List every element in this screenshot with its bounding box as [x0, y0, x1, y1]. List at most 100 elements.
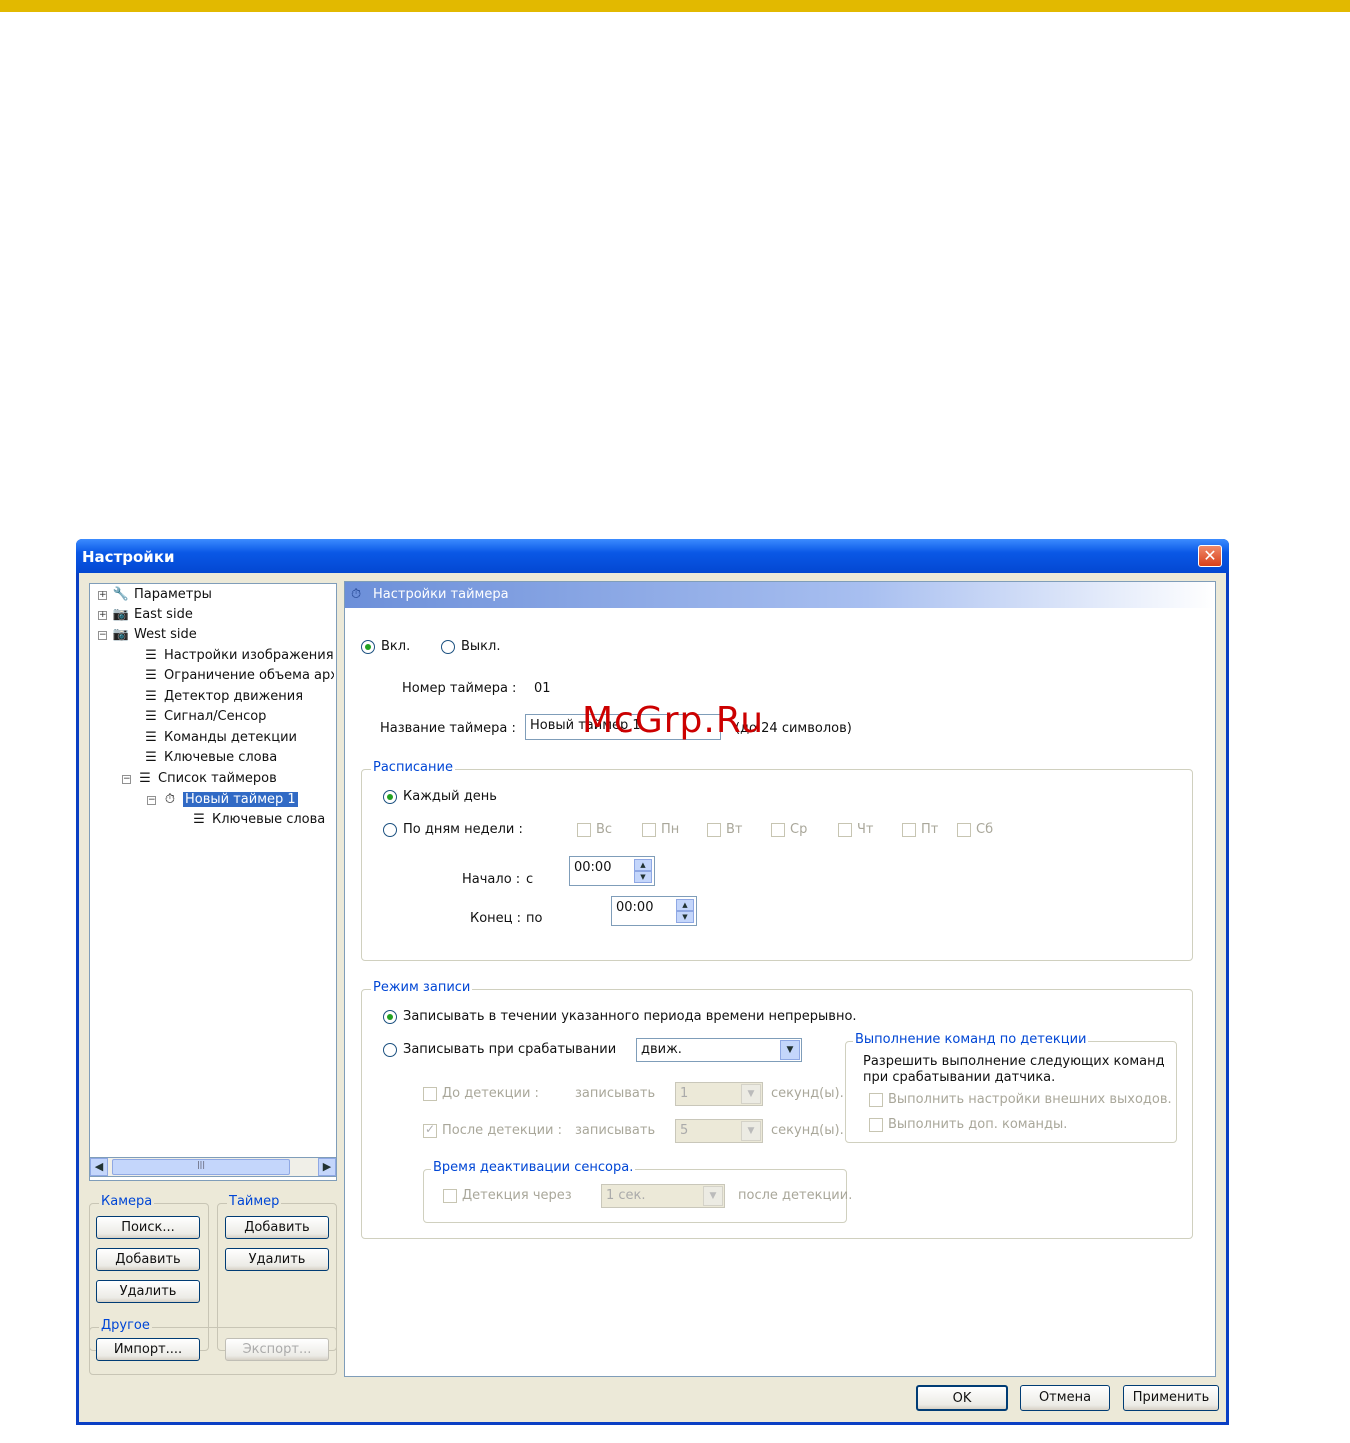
- on-radio[interactable]: [361, 640, 375, 654]
- scroll-left-icon[interactable]: ◀: [90, 1158, 108, 1176]
- schedule-legend: Расписание: [371, 760, 455, 775]
- day-tue-checkbox[interactable]: [707, 823, 721, 837]
- day-sat-label: Сб: [976, 822, 994, 837]
- timer-delete-button[interactable]: Удалить: [225, 1248, 329, 1271]
- expand-icon[interactable]: +: [98, 611, 107, 620]
- every-day-label: Каждый день: [403, 789, 497, 804]
- expand-icon[interactable]: +: [98, 591, 107, 600]
- list-icon: ☰: [145, 648, 157, 663]
- tree-item-new-timer[interactable]: − ⏱ Новый таймер 1: [147, 791, 298, 809]
- other-group-legend: Другое: [99, 1318, 152, 1333]
- spin-up-icon[interactable]: ▲: [634, 859, 652, 871]
- day-thu-checkbox[interactable]: [838, 823, 852, 837]
- start-time-spinner[interactable]: ▲ ▼: [634, 859, 652, 883]
- tree-item-timer-keywords[interactable]: ☰ Ключевые слова: [190, 811, 325, 829]
- ok-button[interactable]: OK: [916, 1385, 1008, 1411]
- scroll-right-icon[interactable]: ▶: [318, 1158, 336, 1176]
- off-radio[interactable]: [441, 640, 455, 654]
- post-detection-checkbox[interactable]: [423, 1122, 437, 1138]
- cancel-button[interactable]: Отмена: [1020, 1385, 1110, 1411]
- sensor-deactivation-legend: Время деактивации сенсора.: [431, 1160, 636, 1175]
- list-icon: ☰: [193, 812, 205, 827]
- close-button[interactable]: ✕: [1198, 545, 1222, 567]
- watermark-logo: McGrp.Ru: [582, 700, 765, 741]
- pre-seconds-select[interactable]: 1 ▼: [675, 1082, 763, 1106]
- post-seconds-select[interactable]: 5 ▼: [675, 1119, 763, 1143]
- external-outputs-checkbox[interactable]: [869, 1093, 883, 1107]
- timer-number-value: 01: [534, 681, 551, 696]
- day-fri-checkbox[interactable]: [902, 823, 916, 837]
- tree-item-image-settings[interactable]: ☰ Настройки изображения: [142, 647, 333, 665]
- day-mon-label: Пн: [661, 822, 680, 837]
- day-sun-checkbox[interactable]: [577, 823, 591, 837]
- tree-item-archive-limit[interactable]: ☰ Ограничение объема архи: [142, 667, 334, 685]
- trigger-select[interactable]: движ. ▼: [636, 1038, 802, 1062]
- post-detection-label: После детекции :: [442, 1123, 562, 1138]
- list-icon: ☰: [145, 689, 157, 704]
- collapse-icon[interactable]: −: [122, 775, 131, 784]
- camera-add-button[interactable]: Добавить: [96, 1248, 200, 1271]
- list-icon: ☰: [139, 771, 151, 786]
- continuous-radio[interactable]: [383, 1010, 397, 1024]
- on-trigger-radio[interactable]: [383, 1043, 397, 1057]
- start-label: Начало :: [462, 872, 521, 887]
- spin-down-icon[interactable]: ▼: [634, 871, 652, 883]
- timer-settings-panel: ⏱ Настройки таймера Вкл. Выкл. Номер тай…: [344, 581, 1216, 1377]
- chevron-down-icon[interactable]: ▼: [741, 1084, 761, 1104]
- list-icon: ☰: [145, 750, 157, 765]
- import-button[interactable]: Импорт....: [96, 1338, 200, 1361]
- deactivation-time-select[interactable]: 1 сек. ▼: [601, 1184, 725, 1208]
- timer-name-label: Название таймера :: [380, 721, 516, 736]
- extra-commands-checkbox[interactable]: [869, 1118, 883, 1132]
- camera-delete-button[interactable]: Удалить: [96, 1280, 200, 1303]
- tree-item-timer-list[interactable]: − ☰ Список таймеров: [122, 770, 277, 788]
- tree-item-parameters[interactable]: + 🔧 Параметры: [98, 586, 212, 604]
- title-bar[interactable]: Настройки ✕: [76, 539, 1229, 573]
- tree-item-keywords[interactable]: ☰ Ключевые слова: [142, 749, 277, 767]
- collapse-icon[interactable]: −: [98, 631, 107, 640]
- camera-search-button[interactable]: Поиск...: [96, 1216, 200, 1239]
- continuous-label: Записывать в течении указанного периода …: [403, 1009, 857, 1024]
- day-fri-label: Пт: [921, 822, 939, 837]
- by-weekdays-radio[interactable]: [383, 823, 397, 837]
- end-time-spinner[interactable]: ▲ ▼: [676, 899, 694, 923]
- window-title: Настройки: [82, 548, 175, 566]
- pre-detection-checkbox[interactable]: [423, 1087, 437, 1101]
- collapse-icon[interactable]: −: [147, 796, 156, 805]
- camera-icon: 📷: [112, 627, 130, 642]
- every-day-radio[interactable]: [383, 790, 397, 804]
- spin-up-icon[interactable]: ▲: [676, 899, 694, 911]
- list-icon: ☰: [145, 709, 157, 724]
- tree-item-east-side[interactable]: + 📷 East side: [98, 606, 193, 624]
- tree-item-west-side[interactable]: − 📷 West side: [98, 626, 197, 644]
- day-sat-checkbox[interactable]: [957, 823, 971, 837]
- panel-header: ⏱ Настройки таймера: [345, 582, 1215, 608]
- chevron-down-icon[interactable]: ▼: [703, 1186, 723, 1206]
- top-accent-bar: [0, 0, 1350, 12]
- apply-button[interactable]: Применить: [1123, 1385, 1219, 1411]
- after-detection-label: после детекции.: [738, 1188, 853, 1203]
- tree-item-signal-sensor[interactable]: ☰ Сигнал/Сенсор: [142, 708, 266, 726]
- allow-commands-line2: при срабатывании датчика.: [863, 1070, 1056, 1085]
- tree-item-motion-detector[interactable]: ☰ Детектор движения: [142, 688, 303, 706]
- timer-add-button[interactable]: Добавить: [225, 1216, 329, 1239]
- tree-item-detection-commands[interactable]: ☰ Команды детекции: [142, 729, 297, 747]
- day-wed-checkbox[interactable]: [771, 823, 785, 837]
- tree-horizontal-scrollbar[interactable]: ◀ ||| ▶: [89, 1157, 337, 1177]
- on-label: Вкл.: [381, 639, 411, 654]
- export-button[interactable]: Экспорт...: [225, 1338, 329, 1361]
- allow-commands-line1: Разрешить выполнение следующих команд: [863, 1054, 1165, 1069]
- external-outputs-label: Выполнить настройки внешних выходов.: [888, 1092, 1172, 1107]
- spin-down-icon[interactable]: ▼: [676, 911, 694, 923]
- scroll-thumb[interactable]: |||: [112, 1159, 290, 1175]
- detection-after-checkbox[interactable]: [443, 1189, 457, 1203]
- pre-detection-label: До детекции :: [442, 1086, 539, 1101]
- end-label: Конец :: [470, 911, 522, 926]
- chevron-down-icon[interactable]: ▼: [741, 1121, 761, 1141]
- chevron-down-icon[interactable]: ▼: [780, 1040, 800, 1060]
- detection-after-label: Детекция через: [462, 1188, 572, 1203]
- day-mon-checkbox[interactable]: [642, 823, 656, 837]
- timer-group-legend: Таймер: [227, 1194, 282, 1209]
- day-wed-label: Ср: [790, 822, 808, 837]
- record-mode-legend: Режим записи: [371, 980, 473, 995]
